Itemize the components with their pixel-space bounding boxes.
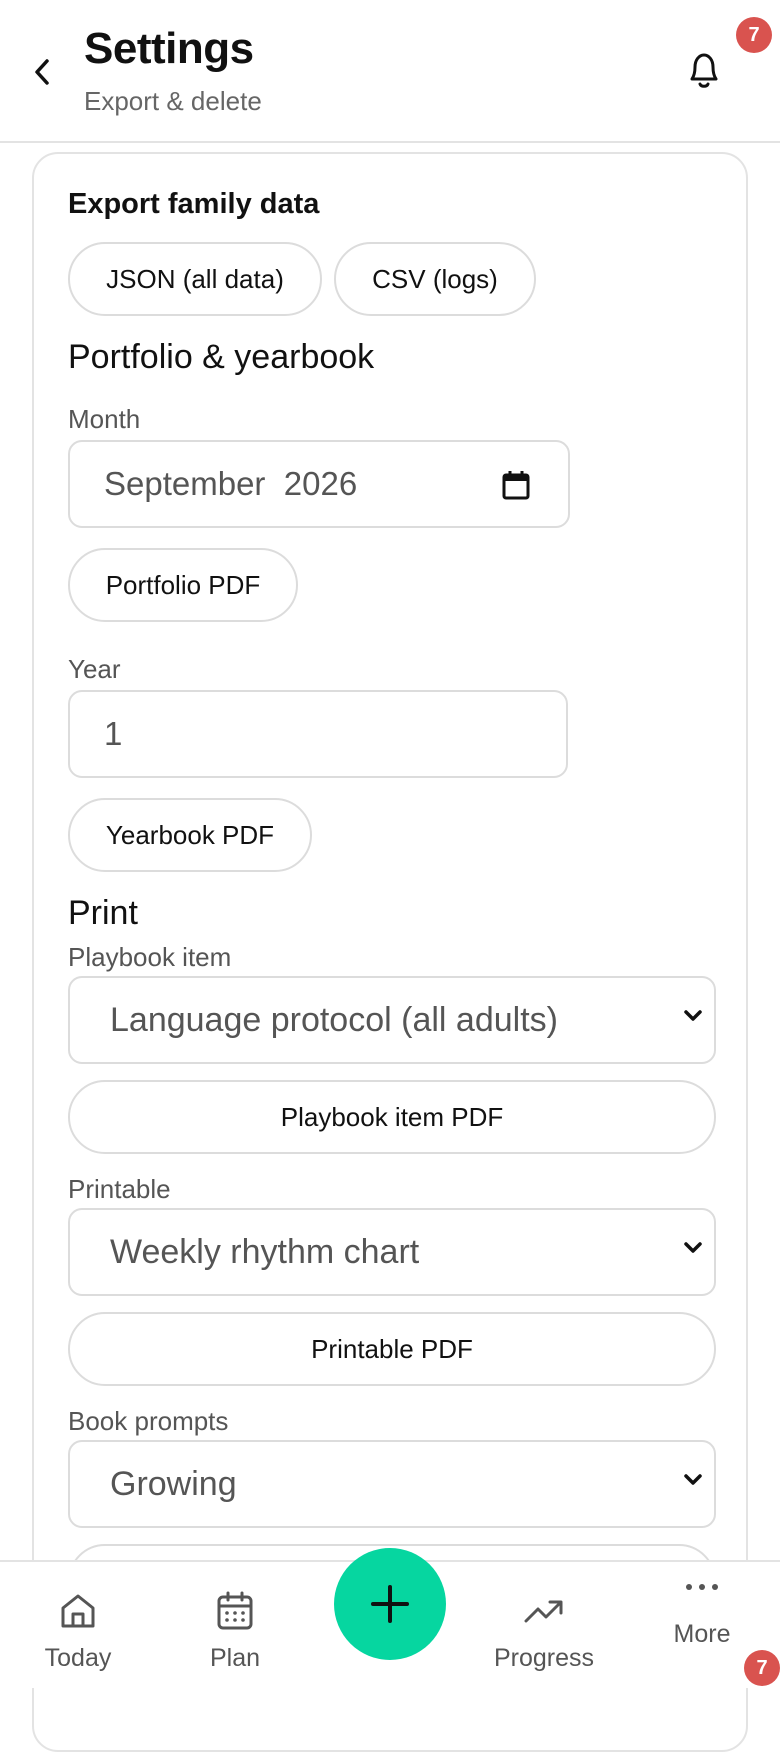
nav-plan[interactable]: Plan: [165, 1562, 305, 1690]
home-icon: [61, 1594, 95, 1628]
bell-icon: [690, 53, 718, 88]
month-input[interactable]: September 2026: [68, 440, 570, 528]
page-title: Settings: [84, 24, 254, 73]
chevron-down-icon: [684, 1242, 702, 1253]
printable-pdf-button[interactable]: Printable PDF: [68, 1312, 716, 1386]
nav-progress[interactable]: Progress: [474, 1562, 614, 1690]
back-button[interactable]: [22, 48, 62, 96]
plus-icon: [371, 1585, 409, 1623]
notifications-button[interactable]: [680, 44, 728, 96]
nav-today[interactable]: Today: [8, 1562, 148, 1690]
nav-plan-label: Plan: [209, 1644, 261, 1672]
portfolio-pdf-button[interactable]: Portfolio PDF: [68, 548, 298, 622]
nav-more-label: More: [673, 1620, 731, 1648]
chevron-down-icon: [684, 1010, 702, 1021]
book-prompts-select[interactable]: Growing: [68, 1440, 716, 1528]
printable-select[interactable]: Weekly rhythm chart: [68, 1208, 716, 1296]
more-dots-icon: [686, 1584, 718, 1590]
app-header: Settings Export & delete: [0, 0, 780, 143]
page-subtitle: Export & delete: [84, 86, 262, 116]
printable-value: Weekly rhythm chart: [110, 1232, 420, 1271]
month-value: September 2026: [104, 465, 358, 502]
yearbook-pdf-button[interactable]: Yearbook PDF: [68, 798, 312, 872]
export-csv-button[interactable]: CSV (logs): [334, 242, 536, 316]
month-label: Month: [68, 404, 141, 434]
export-json-button[interactable]: JSON (all data): [68, 242, 322, 316]
portfolio-heading: Portfolio & yearbook: [68, 338, 375, 376]
chevron-left-icon: [35, 59, 49, 85]
add-button[interactable]: [334, 1548, 446, 1660]
printable-label: Printable: [68, 1174, 171, 1204]
export-section-title: Export family data: [68, 188, 320, 220]
year-input[interactable]: 1: [68, 690, 568, 778]
calendar-icon: [502, 471, 530, 500]
playbook-select[interactable]: Language protocol (all adults): [68, 976, 716, 1064]
playbook-value: Language protocol (all adults): [110, 1000, 558, 1039]
playbook-pdf-button[interactable]: Playbook item PDF: [68, 1080, 716, 1154]
nav-today-label: Today: [44, 1644, 112, 1672]
nav-progress-label: Progress: [493, 1644, 595, 1672]
print-heading: Print: [68, 894, 138, 932]
book-prompts-value: Growing: [110, 1464, 237, 1503]
playbook-label: Playbook item: [68, 942, 232, 972]
book-prompts-label: Book prompts: [68, 1406, 229, 1436]
calendar-icon: [217, 1591, 253, 1630]
year-value: 1: [104, 715, 123, 752]
chevron-down-icon: [684, 1474, 702, 1485]
export-card: Export family data JSON (all data) CSV (…: [32, 152, 748, 1752]
more-badge: 7: [744, 1650, 780, 1686]
notification-badge: 7: [736, 17, 772, 53]
year-label: Year: [68, 654, 121, 684]
trending-up-icon: [524, 1600, 563, 1623]
